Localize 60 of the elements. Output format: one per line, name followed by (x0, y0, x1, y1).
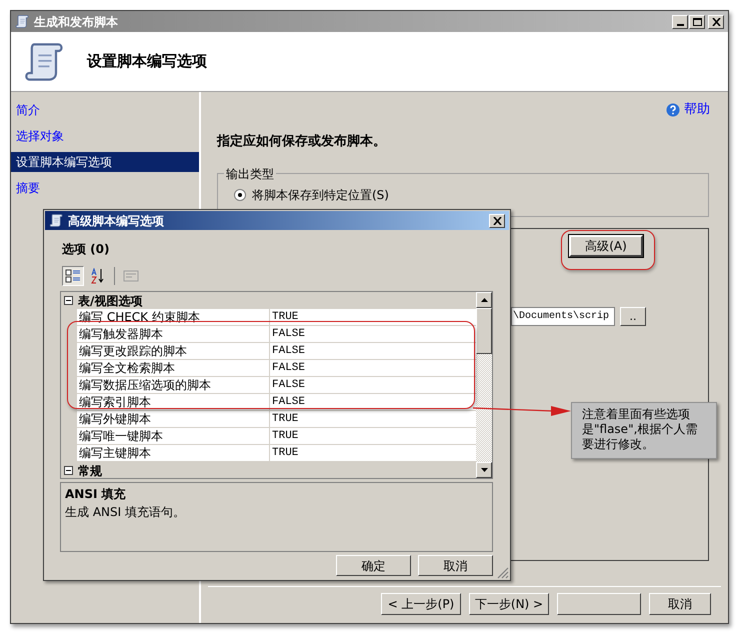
down-arrow-icon[interactable] (480, 468, 488, 472)
property-value[interactable]: FALSE (270, 377, 476, 394)
sidebar-item[interactable]: 简介 (11, 100, 45, 120)
wizard-button[interactable]: < 上一步(P) (381, 593, 461, 615)
property-name[interactable]: 编写唯一键脚本 (77, 428, 270, 445)
categorized-view-icon[interactable] (62, 266, 84, 286)
wizard-button[interactable]: 取消 (649, 593, 711, 615)
property-name[interactable]: 编写触发器脚本 (77, 326, 270, 343)
close-button[interactable] (708, 14, 724, 28)
wizard-button[interactable]: 下一步(N) > (469, 593, 549, 615)
sidebar-item[interactable]: 摘要 (11, 178, 45, 198)
file-path-field[interactable]: \Documents\scrip (511, 307, 615, 326)
dialog-title: 高级脚本编写选项 (68, 212, 164, 230)
close-icon[interactable] (712, 18, 720, 26)
scroll-icon (15, 14, 30, 29)
property-name[interactable]: 编写索引脚本 (77, 394, 270, 411)
browse-button[interactable]: .. (620, 307, 646, 326)
group-legend: 输出类型 (224, 165, 276, 183)
dialog-button[interactable]: 确定 (336, 555, 411, 576)
maximize-button[interactable] (689, 14, 705, 28)
close-button[interactable] (489, 214, 505, 228)
options-label: 选项 (0) (62, 241, 110, 258)
property-value[interactable]: FALSE (270, 360, 476, 377)
radio-button[interactable] (234, 189, 246, 201)
property-value[interactable]: FALSE (270, 326, 476, 343)
help-icon[interactable] (666, 102, 680, 117)
sidebar-item[interactable]: 选择对象 (11, 126, 69, 146)
up-arrow-icon[interactable] (480, 298, 488, 302)
property-value[interactable]: TRUE (270, 309, 476, 326)
property-name[interactable]: 编写外键脚本 (77, 411, 270, 428)
description-title: ANSI 填充 (65, 486, 126, 503)
help-link[interactable]: 帮助 (684, 100, 710, 120)
instruction-text: 指定应如何保存或发布脚本。 (217, 132, 387, 150)
collapse-toggle[interactable] (64, 466, 73, 475)
minimize-button[interactable] (672, 14, 688, 28)
page-title: 设置脚本编写选项 (87, 51, 207, 72)
category-label: 表/视图选项 (78, 292, 142, 310)
close-icon[interactable] (492, 216, 502, 224)
property-value[interactable]: FALSE (270, 343, 476, 360)
sidebar-item[interactable]: 设置脚本编写选项 (11, 152, 199, 172)
wizard-button[interactable] (557, 593, 641, 615)
property-value[interactable]: TRUE (270, 445, 476, 462)
property-value[interactable]: TRUE (270, 411, 476, 428)
callout-note: 注意着里面有些选项是"flase",根据个人需要进行修改。 (571, 402, 717, 459)
dialog-button[interactable]: 取消 (418, 555, 493, 576)
category-label: 常规 (78, 462, 102, 478)
property-value[interactable]: TRUE (270, 428, 476, 445)
property-name[interactable]: 编写更改跟踪的脚本 (77, 343, 270, 360)
radio-label[interactable]: 将脚本保存到特定位置(S) (252, 186, 389, 204)
collapse-toggle[interactable] (64, 296, 73, 305)
window-title: 生成和发布脚本 (34, 14, 118, 30)
advanced-button[interactable]: 高级(A) (569, 235, 643, 257)
resize-grip[interactable] (497, 567, 509, 579)
property-name[interactable]: 编写数据压缩选项的脚本 (77, 377, 270, 394)
property-name[interactable]: 编写主键脚本 (77, 445, 270, 462)
scrollbar[interactable] (476, 292, 492, 478)
property-value[interactable]: FALSE (270, 394, 476, 411)
property-name[interactable]: 编写全文检索脚本 (77, 360, 270, 377)
scroll-icon (49, 213, 64, 228)
description-text: 生成 ANSI 填充语句。 (65, 504, 185, 521)
